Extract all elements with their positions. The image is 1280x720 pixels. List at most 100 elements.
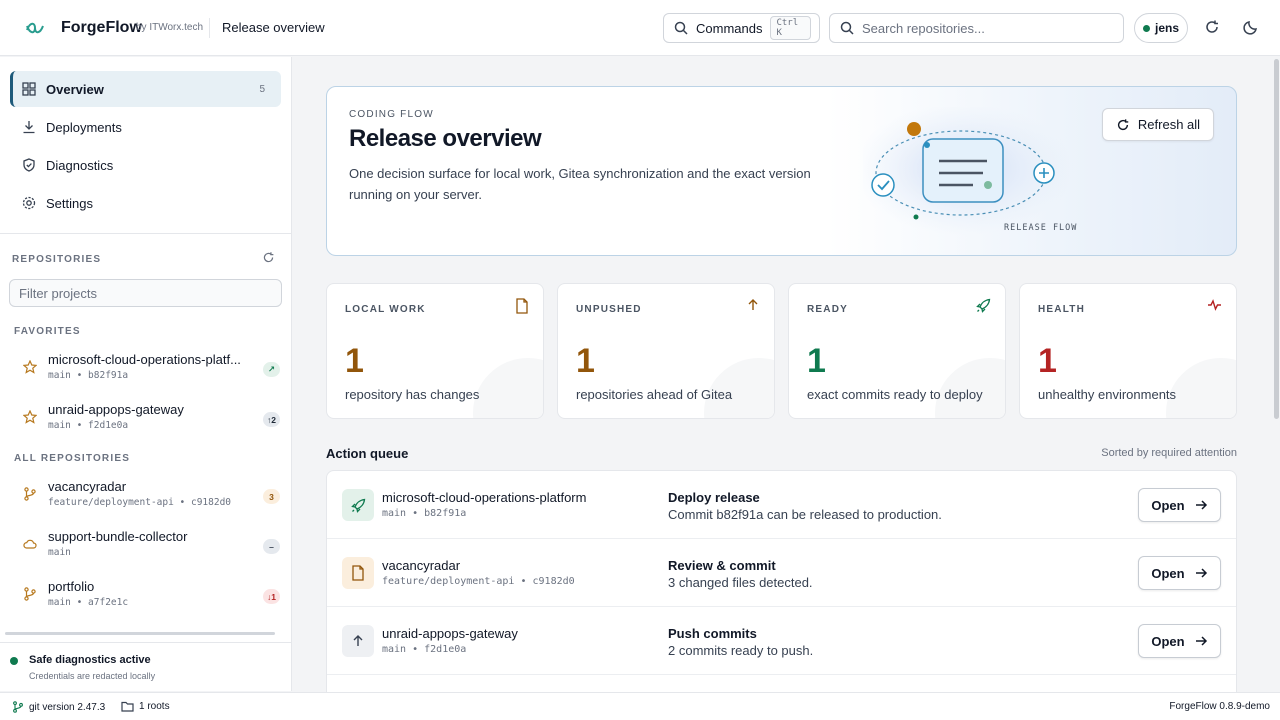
queue-description: 3 changed files detected. <box>668 575 813 590</box>
commands-shortcut: Ctrl K <box>770 16 811 40</box>
nav-label: Deployments <box>46 119 122 135</box>
card-decoration <box>1166 358 1236 418</box>
queue-row[interactable]: unraid-appops-gateway main • f2d1e0a Pus… <box>327 607 1236 675</box>
card-decoration <box>473 358 543 418</box>
top-bar: ForgeFlow by ITWorx.tech Release overvie… <box>0 0 1280 56</box>
sidebar: Overview 5 Deployments Diagnostics Setti… <box>0 57 292 691</box>
action-queue: microsoft-cloud-operations-platform main… <box>326 470 1237 692</box>
stat-card-health[interactable]: HEALTH 1 unhealthy environments <box>1019 283 1237 419</box>
repo-meta: feature/deployment-api • c9182d0 <box>48 497 232 508</box>
repo-item-favorite[interactable]: microsoft-cloud-operations-platf... main… <box>14 347 282 391</box>
grid-icon <box>22 82 36 96</box>
changes-count-badge: 3 <box>263 489 280 504</box>
repositories-heading: REPOSITORIES <box>12 254 102 265</box>
refresh-repositories-icon[interactable] <box>262 251 275 264</box>
queue-row[interactable]: vacancyradar feature/deployment-api • c9… <box>327 539 1236 607</box>
branch-icon <box>23 587 37 601</box>
queue-description: Commit b82f91a can be released to produc… <box>668 507 942 522</box>
repo-name: portfolio <box>48 579 95 594</box>
stat-description: unhealthy environments <box>1038 387 1177 402</box>
nav-count: 5 <box>259 83 265 95</box>
queue-repo-name: vacancyradar <box>382 558 461 573</box>
hero-title: Release overview <box>349 125 542 152</box>
stat-label: READY <box>807 304 849 315</box>
open-label: Open <box>1151 633 1185 649</box>
repo-name: unraid-appops-gateway <box>48 402 184 417</box>
filter-projects-input[interactable] <box>9 279 282 307</box>
stat-card-local-work[interactable]: LOCAL WORK 1 repository has changes <box>326 283 544 419</box>
stat-card-unpushed[interactable]: UNPUSHED 1 repositories ahead of Gitea <box>557 283 775 419</box>
search-icon <box>840 21 854 35</box>
dark-mode-moon-icon[interactable] <box>1243 19 1259 35</box>
nav-item-deployments[interactable]: Deployments <box>10 109 281 145</box>
user-menu-button[interactable]: jens <box>1134 13 1188 43</box>
hero-eyebrow: CODING FLOW <box>349 109 434 120</box>
queue-repo-meta: main • b82f91a <box>382 508 467 519</box>
queue-action: Push commits <box>668 626 757 641</box>
sidebar-divider <box>0 642 291 643</box>
sidebar-scrollbar[interactable] <box>5 632 275 635</box>
refresh-all-button[interactable]: Refresh all <box>1102 108 1214 141</box>
action-queue-sort-label: Sorted by required attention <box>1101 447 1237 459</box>
hero-card: CODING FLOW Release overview One decisio… <box>326 86 1237 256</box>
repo-meta: main • f2d1e0a <box>48 420 129 431</box>
open-label: Open <box>1151 565 1185 581</box>
repo-item[interactable]: vacancyradar feature/deployment-api • c9… <box>14 474 282 518</box>
refresh-icon <box>1116 118 1130 132</box>
search-input[interactable] <box>862 20 1102 36</box>
arrow-right-icon <box>1195 635 1208 647</box>
all-repositories-heading: ALL REPOSITORIES <box>14 453 131 464</box>
deploy-ready-badge: ↗ <box>263 362 280 377</box>
roots-status: 1 roots <box>121 701 170 712</box>
behind-count-badge: ↓1 <box>263 589 280 604</box>
forgeflow-logo-icon <box>24 18 46 38</box>
nav-item-overview[interactable]: Overview 5 <box>10 71 281 107</box>
brand-subtitle: by ITWorx.tech <box>136 22 204 33</box>
file-icon <box>342 557 374 589</box>
safe-diagnostics-title: Safe diagnostics active <box>29 654 151 666</box>
nav-label: Settings <box>46 195 93 211</box>
username: jens <box>1154 21 1179 35</box>
commands-label: Commands <box>696 20 763 36</box>
repo-item[interactable]: support-bundle-collector main – <box>14 524 282 568</box>
status-dot <box>10 657 18 665</box>
repo-name: support-bundle-collector <box>48 529 188 544</box>
app-version: ForgeFlow 0.8.9-demo <box>1169 701 1270 712</box>
action-queue-title: Action queue <box>326 446 409 461</box>
repo-item[interactable]: portfolio main • a7f2e1c ↓1 <box>14 574 282 618</box>
stat-label: UNPUSHED <box>576 304 642 315</box>
app-version-text: ForgeFlow 0.8.9-demo <box>1169 701 1270 712</box>
status-badge: – <box>263 539 280 554</box>
refresh-icon[interactable] <box>1204 19 1220 35</box>
git-version-text: git version 2.47.3 <box>29 701 106 713</box>
download-icon <box>22 120 36 134</box>
refresh-all-label: Refresh all <box>1137 117 1201 132</box>
hero-description: One decision surface for local work, Git… <box>349 166 811 202</box>
cloud-icon <box>23 537 37 551</box>
release-flow-label: RELEASE FLOW <box>1004 223 1078 233</box>
repository-search[interactable] <box>829 13 1124 43</box>
nav-item-settings[interactable]: Settings <box>10 185 281 221</box>
stat-value: 1 <box>345 342 364 380</box>
main-scrollbar[interactable] <box>1274 59 1279 419</box>
brand-name[interactable]: ForgeFlow <box>61 19 142 37</box>
queue-repo-meta: feature/deployment-api • c9182d0 <box>382 576 575 587</box>
open-button[interactable]: Open <box>1138 488 1221 522</box>
branch-icon <box>23 487 37 501</box>
favorites-heading: FAVORITES <box>14 326 81 337</box>
open-button[interactable]: Open <box>1138 624 1221 658</box>
queue-repo-name: unraid-appops-gateway <box>382 626 518 641</box>
queue-row[interactable]: microsoft-cloud-operations-platform main… <box>327 471 1236 539</box>
stat-card-ready[interactable]: READY 1 exact commits ready to deploy <box>788 283 1006 419</box>
main-content: CODING FLOW Release overview One decisio… <box>292 57 1280 692</box>
queue-description: 2 commits ready to push. <box>668 643 814 658</box>
repo-item-favorite[interactable]: unraid-appops-gateway main • f2d1e0a ↑2 <box>14 397 282 441</box>
arrow-right-icon <box>1195 567 1208 579</box>
commands-button[interactable]: Commands Ctrl K <box>663 13 820 43</box>
open-button[interactable]: Open <box>1138 556 1221 590</box>
star-icon <box>23 410 37 424</box>
nav-item-diagnostics[interactable]: Diagnostics <box>10 147 281 183</box>
search-icon <box>674 21 688 35</box>
branch-icon <box>12 701 24 713</box>
gear-icon <box>22 196 36 210</box>
